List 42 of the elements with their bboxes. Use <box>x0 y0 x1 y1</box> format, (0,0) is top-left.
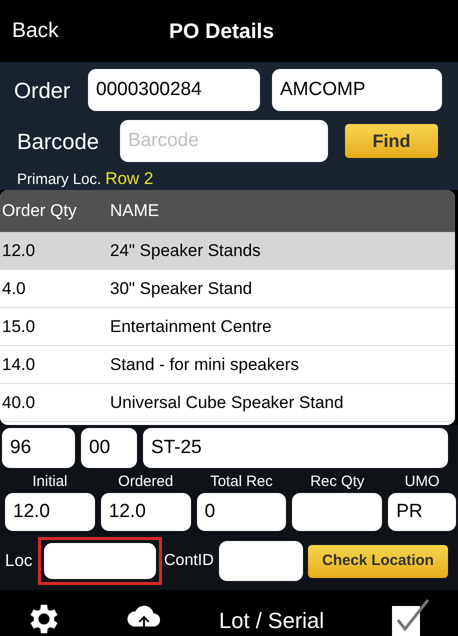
quantity-label: Rec Qty <box>310 473 364 491</box>
qty-cell-text: 4.0 <box>1 278 27 300</box>
primary-loc-value: Row 2 <box>105 168 154 190</box>
qty-cell-text: 12.0 <box>1 240 36 262</box>
contid-field[interactable] <box>219 541 303 581</box>
contid-label: ContID <box>164 551 215 571</box>
qty-cell-text: 15.0 <box>1 316 36 338</box>
line-field[interactable]: 96 <box>2 428 75 468</box>
table-row[interactable]: 12.0 24" Speaker Stands <box>0 232 455 270</box>
quantity-label: Ordered <box>118 473 174 491</box>
qty-cell-text: 14.0 <box>1 354 36 376</box>
page-title: PO Details <box>169 19 274 45</box>
loc-field[interactable] <box>38 537 162 585</box>
name-cell-text: 30" Speaker Stand <box>110 278 252 300</box>
column-header: NAME <box>110 200 160 222</box>
quantity-label: UMO <box>404 473 440 491</box>
name-cell-text: Universal Cube Speaker Stand <box>110 392 344 414</box>
barcode-field[interactable]: Barcode <box>120 120 328 162</box>
vendor-field[interactable]: AMCOMP <box>272 69 442 111</box>
quantity-label: Total Rec <box>210 473 273 491</box>
name-cell-text: Stand - for mini speakers <box>110 354 299 376</box>
sub-field[interactable]: 00 <box>81 428 137 468</box>
order-field[interactable]: 0000300284 <box>88 69 260 111</box>
check-location-button[interactable]: Check Location <box>308 544 448 578</box>
quantity-field[interactable]: 12.0 <box>5 493 95 531</box>
item-code-field[interactable]: ST-25 <box>143 428 448 468</box>
quantity-field[interactable]: 0 <box>196 493 286 531</box>
name-cell-text: Entertainment Centre <box>110 316 272 338</box>
lot-serial-button[interactable]: Lot / Serial <box>219 604 324 636</box>
quantity-label: Initial <box>32 473 68 491</box>
order-label: Order <box>13 76 72 104</box>
quantity-field[interactable] <box>292 493 382 531</box>
column-header: Order Qty <box>1 200 78 222</box>
back-button[interactable]: Back <box>12 15 59 47</box>
loc-label: Loc <box>4 550 34 572</box>
find-button[interactable]: Find <box>345 124 438 158</box>
quantity-field[interactable]: 12.0 <box>100 493 191 531</box>
quantity-field[interactable]: PR <box>388 493 456 531</box>
barcode-label: Barcode <box>16 128 100 156</box>
primary-loc-label: Primary Loc. <box>17 170 102 190</box>
name-cell-text: 24" Speaker Stands <box>110 240 261 262</box>
qty-cell-text: 40.0 <box>1 392 36 414</box>
